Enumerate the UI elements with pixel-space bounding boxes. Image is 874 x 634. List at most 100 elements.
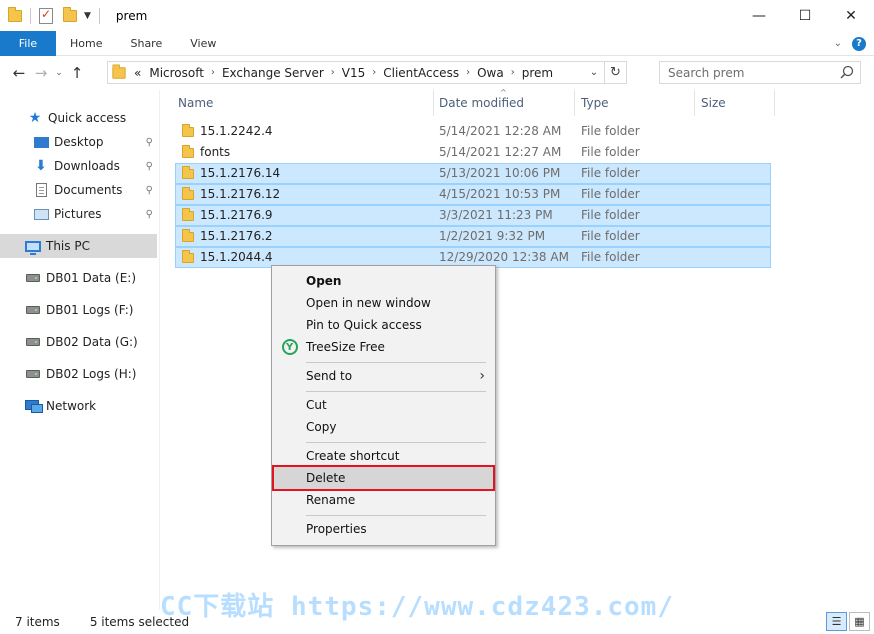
menu-separator (306, 362, 486, 363)
table-row[interactable]: 15.1.2176.2 1/2/2021 9:32 PM File folder (175, 226, 771, 247)
chevron-right-icon: › (479, 368, 485, 384)
sidebar-item-drive-e[interactable]: DB01 Data (E:) (0, 266, 157, 290)
new-folder-icon[interactable] (63, 6, 77, 22)
table-row[interactable]: 15.1.2176.14 5/13/2021 10:06 PM File fol… (175, 163, 771, 184)
sidebar-item-downloads[interactable]: ⬇ Downloads ⚲ (0, 154, 157, 178)
pin-icon[interactable]: ⚲ (146, 209, 153, 220)
customize-toolbar-dropdown-icon[interactable]: ▼ (84, 11, 91, 21)
menu-item-delete[interactable]: Delete (272, 465, 495, 491)
file-name: fonts (200, 145, 231, 159)
sidebar-item-network[interactable]: Network (0, 394, 157, 418)
breadcrumb-clientaccess[interactable]: ClientAccess (383, 66, 459, 80)
menu-item-treesize[interactable]: TreeSize Free (274, 336, 493, 359)
breadcrumb-microsoft[interactable]: Microsoft (149, 66, 204, 80)
close-button[interactable]: ✕ (828, 0, 874, 31)
file-type: File folder (581, 187, 640, 201)
sidebar-item-label: Quick access (48, 111, 127, 125)
sidebar-item-drive-g[interactable]: DB02 Data (G:) (0, 330, 157, 354)
tab-share[interactable]: Share (116, 31, 176, 56)
sidebar-item-pictures[interactable]: Pictures ⚲ (0, 202, 157, 226)
table-row[interactable]: 15.1.2176.12 4/15/2021 10:53 PM File fol… (175, 184, 771, 205)
search-placeholder: Search prem (668, 65, 745, 80)
column-header-type[interactable]: Type (575, 90, 695, 116)
search-icon[interactable] (840, 65, 854, 79)
menu-item-rename[interactable]: Rename (274, 489, 493, 511)
breadcrumb-separator[interactable]: › (372, 67, 376, 78)
breadcrumb-separator[interactable]: › (511, 67, 515, 78)
address-history-dropdown[interactable]: ⌄ (584, 67, 604, 78)
sidebar-item-label: Pictures (54, 207, 102, 221)
sidebar-item-label: DB02 Logs (H:) (46, 367, 137, 381)
recent-locations-button[interactable]: ⌄ (52, 68, 66, 78)
sidebar-item-desktop[interactable]: Desktop ⚲ (0, 130, 157, 154)
sidebar-item-documents[interactable]: Documents ⚲ (0, 178, 157, 202)
breadcrumb-separator[interactable]: › (466, 67, 470, 78)
sidebar-item-this-pc[interactable]: This PC (0, 234, 157, 258)
address-bar[interactable]: « Microsoft › Exchange Server › V15 › Cl… (107, 61, 627, 84)
chevron-down-icon[interactable]: ⌄ (834, 38, 842, 49)
forward-button[interactable]: → (30, 64, 52, 82)
column-headers: ^ Name Date modified Type Size (160, 88, 874, 116)
properties-check-icon[interactable] (39, 7, 53, 24)
menu-item-send-to[interactable]: Send to › (274, 365, 493, 387)
menu-item-cut[interactable]: Cut (274, 394, 493, 416)
column-header-name[interactable]: Name (172, 90, 434, 116)
tab-home[interactable]: Home (56, 31, 116, 56)
table-row[interactable]: fonts 5/14/2021 12:27 AM File folder (175, 142, 771, 163)
search-box[interactable]: Search prem (659, 61, 861, 84)
breadcrumb-owa[interactable]: Owa (477, 66, 504, 80)
window-title: prem (115, 8, 148, 23)
file-name: 15.1.2176.14 (200, 166, 281, 180)
pin-icon[interactable]: ⚲ (146, 137, 153, 148)
folder-icon (182, 229, 194, 242)
breadcrumb-v15[interactable]: V15 (342, 66, 365, 80)
details-view-icon[interactable]: ☰ (826, 612, 847, 631)
folder-icon (112, 63, 126, 79)
breadcrumb-overflow[interactable]: « (134, 66, 141, 80)
breadcrumb-separator[interactable]: › (331, 67, 335, 78)
menu-item-open[interactable]: Open (274, 270, 493, 292)
drive-icon (24, 274, 42, 282)
sidebar-item-quick-access[interactable]: ★ Quick access (0, 106, 157, 130)
sidebar-item-drive-f[interactable]: DB01 Logs (F:) (0, 298, 157, 322)
table-row[interactable]: 15.1.2176.9 3/3/2021 11:23 PM File folde… (175, 205, 771, 226)
ribbon-right-controls: ⌄ ? (834, 31, 866, 56)
menu-item-pin-quick-access[interactable]: Pin to Quick access (274, 314, 493, 336)
file-name: 15.1.2242.4 (200, 124, 273, 138)
up-button[interactable]: ↑ (66, 64, 88, 82)
view-toggle: ☰ ▦ (826, 612, 870, 631)
file-name: 15.1.2044.4 (200, 250, 273, 264)
sidebar-item-label: DB02 Data (G:) (46, 335, 138, 349)
minimize-button[interactable]: — (736, 0, 782, 31)
tab-view[interactable]: View (176, 31, 230, 56)
back-button[interactable]: ← (8, 64, 30, 82)
file-name: 15.1.2176.2 (200, 229, 273, 243)
pin-icon[interactable]: ⚲ (146, 161, 153, 172)
file-name: 15.1.2176.12 (200, 187, 281, 201)
folder-icon (182, 250, 194, 263)
column-header-size[interactable]: Size (695, 90, 775, 116)
refresh-button[interactable]: ↻ (604, 62, 626, 83)
menu-item-open-new-window[interactable]: Open in new window (274, 292, 493, 314)
sidebar-item-label: Desktop (54, 135, 104, 149)
breadcrumb-exchange-server[interactable]: Exchange Server (222, 66, 324, 80)
breadcrumb-prem[interactable]: prem (522, 66, 553, 80)
help-icon[interactable]: ? (852, 36, 866, 51)
menu-separator (306, 442, 486, 443)
large-icons-view-icon[interactable]: ▦ (849, 612, 870, 631)
folder-icon (182, 166, 194, 179)
sidebar-item-drive-h[interactable]: DB02 Logs (H:) (0, 362, 157, 386)
file-date: 1/2/2021 9:32 PM (439, 229, 546, 243)
menu-item-properties[interactable]: Properties (274, 518, 493, 540)
sidebar-item-label: Downloads (54, 159, 120, 173)
column-header-date[interactable]: Date modified (433, 90, 575, 116)
maximize-button[interactable]: ☐ (782, 0, 828, 31)
item-count: 7 items (15, 615, 60, 629)
tab-file[interactable]: File (0, 30, 56, 56)
menu-item-create-shortcut[interactable]: Create shortcut (274, 445, 493, 467)
pin-icon[interactable]: ⚲ (146, 185, 153, 196)
menu-item-copy[interactable]: Copy (274, 416, 493, 438)
computer-icon (24, 240, 42, 255)
table-row[interactable]: 15.1.2242.4 5/14/2021 12:28 AM File fold… (175, 121, 771, 142)
breadcrumb-separator[interactable]: › (211, 67, 215, 78)
